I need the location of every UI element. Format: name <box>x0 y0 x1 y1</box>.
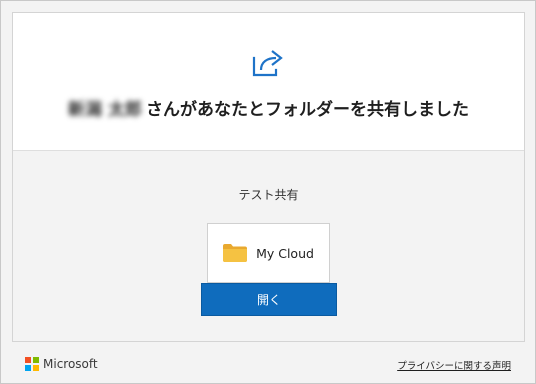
microsoft-brand-name: Microsoft <box>43 357 98 371</box>
folder-tile[interactable]: My Cloud <box>207 223 330 283</box>
sender-name: 新潟 太郎 <box>68 100 142 120</box>
microsoft-logo-icon <box>25 357 39 371</box>
open-button[interactable]: 開く <box>201 283 337 316</box>
folder-name: My Cloud <box>256 245 314 261</box>
folder-icon <box>223 244 248 262</box>
share-headline: 新潟 太郎 さんがあなたとフォルダーを共有しました <box>13 95 524 120</box>
microsoft-logo: Microsoft <box>25 357 98 371</box>
window-frame: 新潟 太郎 さんがあなたとフォルダーを共有しました テスト共有 My Cloud … <box>0 0 536 384</box>
share-card: 新潟 太郎 さんがあなたとフォルダーを共有しました テスト共有 My Cloud … <box>12 12 525 342</box>
share-arrow-icon <box>252 50 283 77</box>
shared-folder-title: テスト共有 <box>238 188 299 202</box>
privacy-statement-link[interactable]: プライバシーに関する声明 <box>397 358 511 372</box>
share-message: さんがあなたとフォルダーを共有しました <box>145 100 469 120</box>
card-header: 新潟 太郎 さんがあなたとフォルダーを共有しました <box>13 13 524 151</box>
